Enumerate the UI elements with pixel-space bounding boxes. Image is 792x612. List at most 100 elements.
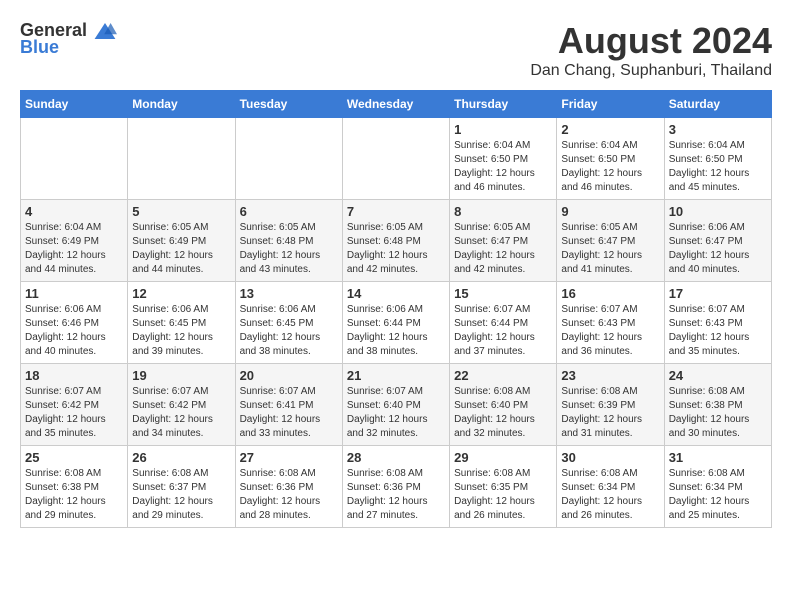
day-info: Sunrise: 6:08 AM Sunset: 6:37 PM Dayligh… — [132, 467, 230, 523]
col-header-sunday: Sunday — [21, 91, 128, 118]
col-header-tuesday: Tuesday — [235, 91, 342, 118]
day-number: 20 — [240, 368, 338, 383]
day-info: Sunrise: 6:05 AM Sunset: 6:48 PM Dayligh… — [347, 221, 445, 277]
calendar-cell: 11Sunrise: 6:06 AM Sunset: 6:46 PM Dayli… — [21, 282, 128, 364]
day-number: 29 — [454, 450, 552, 465]
day-info: Sunrise: 6:05 AM Sunset: 6:49 PM Dayligh… — [132, 221, 230, 277]
calendar-cell: 18Sunrise: 6:07 AM Sunset: 6:42 PM Dayli… — [21, 364, 128, 446]
day-info: Sunrise: 6:08 AM Sunset: 6:40 PM Dayligh… — [454, 385, 552, 441]
calendar-cell — [235, 118, 342, 200]
day-number: 4 — [25, 204, 123, 219]
calendar-cell: 1 Sunrise: 6:04 AM Sunset: 6:50 PM Daylig… — [450, 118, 557, 200]
col-header-saturday: Saturday — [664, 91, 771, 118]
calendar-week-3: 11Sunrise: 6:06 AM Sunset: 6:46 PM Dayli… — [21, 282, 772, 364]
day-number: 1 — [454, 122, 552, 137]
page-header: General Blue August 2024 Dan Chang, Suph… — [20, 20, 772, 80]
calendar-cell: 5 Sunrise: 6:05 AM Sunset: 6:49 PM Daylig… — [128, 200, 235, 282]
calendar-cell: 7 Sunrise: 6:05 AM Sunset: 6:48 PM Daylig… — [342, 200, 449, 282]
day-info: Sunrise: 6:08 AM Sunset: 6:34 PM Dayligh… — [561, 467, 659, 523]
calendar-cell: 4 Sunrise: 6:04 AM Sunset: 6:49 PM Daylig… — [21, 200, 128, 282]
day-info: Sunrise: 6:04 AM Sunset: 6:49 PM Dayligh… — [25, 221, 123, 277]
day-info: Sunrise: 6:04 AM Sunset: 6:50 PM Dayligh… — [669, 139, 767, 195]
day-number: 15 — [454, 286, 552, 301]
calendar-cell: 24 Sunrise: 6:08 AM Sunset: 6:38 PM Dayli… — [664, 364, 771, 446]
day-info: Sunrise: 6:07 AM Sunset: 6:44 PM Dayligh… — [454, 303, 552, 359]
day-number: 31 — [669, 450, 767, 465]
col-header-thursday: Thursday — [450, 91, 557, 118]
day-info: Sunrise: 6:04 AM Sunset: 6:50 PM Dayligh… — [561, 139, 659, 195]
calendar-cell: 26 Sunrise: 6:08 AM Sunset: 6:37 PM Dayli… — [128, 446, 235, 528]
day-info: Sunrise: 6:08 AM Sunset: 6:36 PM Dayligh… — [240, 467, 338, 523]
calendar-cell: 30 Sunrise: 6:08 AM Sunset: 6:34 PM Dayli… — [557, 446, 664, 528]
calendar-cell: 9 Sunrise: 6:05 AM Sunset: 6:47 PM Daylig… — [557, 200, 664, 282]
day-number: 17 — [669, 286, 767, 301]
day-number: 9 — [561, 204, 659, 219]
day-number: 2 — [561, 122, 659, 137]
calendar-cell: 14Sunrise: 6:06 AM Sunset: 6:44 PM Dayli… — [342, 282, 449, 364]
day-info: Sunrise: 6:04 AM Sunset: 6:50 PM Dayligh… — [454, 139, 552, 195]
day-number: 11 — [25, 286, 123, 301]
logo-icon — [93, 21, 117, 41]
calendar-cell: 10Sunrise: 6:06 AM Sunset: 6:47 PM Dayli… — [664, 200, 771, 282]
day-info: Sunrise: 6:05 AM Sunset: 6:47 PM Dayligh… — [454, 221, 552, 277]
calendar-cell — [342, 118, 449, 200]
day-number: 5 — [132, 204, 230, 219]
day-info: Sunrise: 6:07 AM Sunset: 6:43 PM Dayligh… — [669, 303, 767, 359]
day-info: Sunrise: 6:07 AM Sunset: 6:40 PM Dayligh… — [347, 385, 445, 441]
calendar-week-1: 1 Sunrise: 6:04 AM Sunset: 6:50 PM Daylig… — [21, 118, 772, 200]
calendar-cell: 20 Sunrise: 6:07 AM Sunset: 6:41 PM Dayli… — [235, 364, 342, 446]
logo-blue: Blue — [20, 37, 59, 58]
calendar-cell: 2 Sunrise: 6:04 AM Sunset: 6:50 PM Daylig… — [557, 118, 664, 200]
title-area: August 2024 Dan Chang, Suphanburi, Thail… — [530, 20, 772, 80]
calendar-cell: 29Sunrise: 6:08 AM Sunset: 6:35 PM Dayli… — [450, 446, 557, 528]
col-header-friday: Friday — [557, 91, 664, 118]
day-info: Sunrise: 6:07 AM Sunset: 6:43 PM Dayligh… — [561, 303, 659, 359]
calendar-week-4: 18 Sunrise: 6:07 AM Sunset: 6:42 PM Dayli… — [21, 364, 772, 446]
day-info: Sunrise: 6:07 AM Sunset: 6:42 PM Dayligh… — [132, 385, 230, 441]
calendar-cell: 12 Sunrise: 6:06 AM Sunset: 6:45 PM Dayli… — [128, 282, 235, 364]
day-number: 27 — [240, 450, 338, 465]
calendar-cell: 25 Sunrise: 6:08 AM Sunset: 6:38 PM Dayli… — [21, 446, 128, 528]
day-info: Sunrise: 6:05 AM Sunset: 6:47 PM Dayligh… — [561, 221, 659, 277]
day-number: 21 — [347, 368, 445, 383]
day-number: 28 — [347, 450, 445, 465]
day-number: 12 — [132, 286, 230, 301]
day-info: Sunrise: 6:08 AM Sunset: 6:38 PM Dayligh… — [25, 467, 123, 523]
calendar-table: SundayMondayTuesdayWednesdayThursdayFrid… — [20, 90, 772, 528]
calendar-cell: 3 Sunrise: 6:04 AM Sunset: 6:50 PM Daylig… — [664, 118, 771, 200]
day-number: 26 — [132, 450, 230, 465]
calendar-week-2: 4 Sunrise: 6:04 AM Sunset: 6:49 PM Daylig… — [21, 200, 772, 282]
calendar-cell: 6Sunrise: 6:05 AM Sunset: 6:48 PM Daylig… — [235, 200, 342, 282]
day-number: 7 — [347, 204, 445, 219]
day-number: 30 — [561, 450, 659, 465]
calendar-cell: 15 Sunrise: 6:07 AM Sunset: 6:44 PM Dayli… — [450, 282, 557, 364]
day-number: 13 — [240, 286, 338, 301]
day-number: 24 — [669, 368, 767, 383]
day-number: 3 — [669, 122, 767, 137]
day-info: Sunrise: 6:08 AM Sunset: 6:34 PM Dayligh… — [669, 467, 767, 523]
day-info: Sunrise: 6:08 AM Sunset: 6:36 PM Dayligh… — [347, 467, 445, 523]
calendar-cell: 21 Sunrise: 6:07 AM Sunset: 6:40 PM Dayli… — [342, 364, 449, 446]
calendar-cell: 17 Sunrise: 6:07 AM Sunset: 6:43 PM Dayli… — [664, 282, 771, 364]
day-number: 25 — [25, 450, 123, 465]
day-number: 8 — [454, 204, 552, 219]
col-header-monday: Monday — [128, 91, 235, 118]
day-number: 18 — [25, 368, 123, 383]
month-year-title: August 2024 — [530, 20, 772, 62]
day-info: Sunrise: 6:08 AM Sunset: 6:39 PM Dayligh… — [561, 385, 659, 441]
location-subtitle: Dan Chang, Suphanburi, Thailand — [530, 62, 772, 80]
day-number: 19 — [132, 368, 230, 383]
col-header-wednesday: Wednesday — [342, 91, 449, 118]
day-info: Sunrise: 6:08 AM Sunset: 6:38 PM Dayligh… — [669, 385, 767, 441]
logo: General Blue — [20, 20, 117, 58]
day-info: Sunrise: 6:06 AM Sunset: 6:47 PM Dayligh… — [669, 221, 767, 277]
calendar-cell: 28 Sunrise: 6:08 AM Sunset: 6:36 PM Dayli… — [342, 446, 449, 528]
calendar-cell: 13Sunrise: 6:06 AM Sunset: 6:45 PM Dayli… — [235, 282, 342, 364]
day-number: 16 — [561, 286, 659, 301]
calendar-cell: 22Sunrise: 6:08 AM Sunset: 6:40 PM Dayli… — [450, 364, 557, 446]
calendar-week-5: 25 Sunrise: 6:08 AM Sunset: 6:38 PM Dayli… — [21, 446, 772, 528]
day-number: 14 — [347, 286, 445, 301]
day-info: Sunrise: 6:07 AM Sunset: 6:41 PM Dayligh… — [240, 385, 338, 441]
day-info: Sunrise: 6:06 AM Sunset: 6:45 PM Dayligh… — [132, 303, 230, 359]
calendar-cell — [21, 118, 128, 200]
